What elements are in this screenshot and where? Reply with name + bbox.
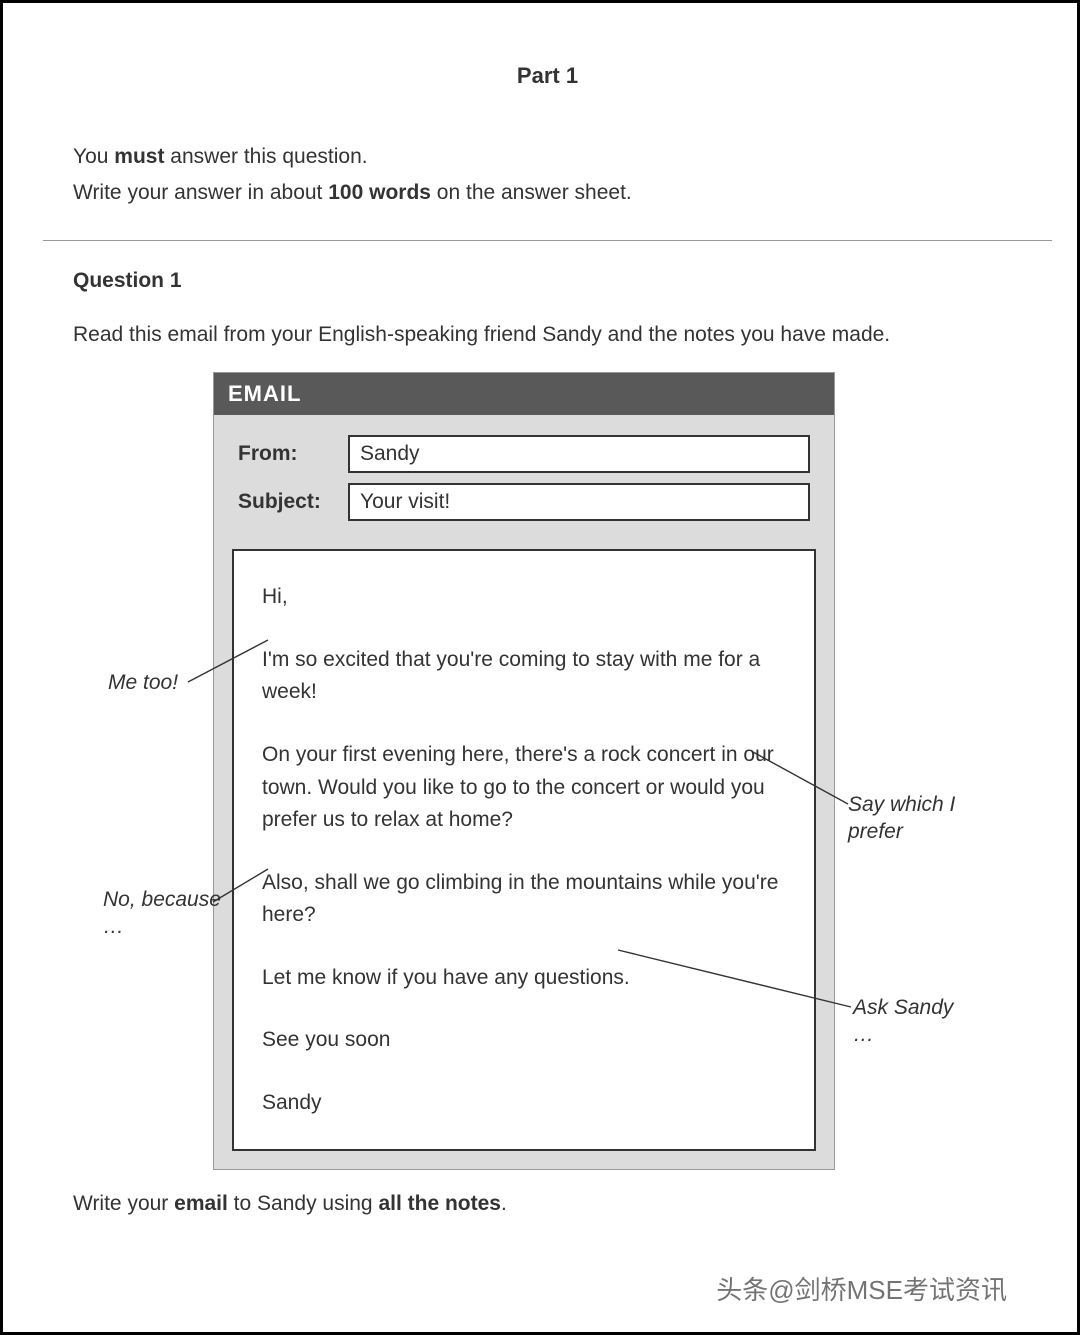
- final-instruction: Write your email to Sandy using all the …: [73, 1192, 1022, 1216]
- email-body: Hi, I'm so excited that you're coming to…: [232, 549, 816, 1151]
- instr-text: Write your answer in about: [73, 181, 328, 204]
- body-p2: On your first evening here, there's a ro…: [262, 739, 792, 837]
- from-row: From: Sandy: [238, 435, 810, 473]
- subject-value: Your visit!: [348, 483, 810, 521]
- divider: [43, 240, 1052, 241]
- question-heading: Question 1: [73, 269, 1022, 293]
- email-stage: EMAIL From: Sandy Subject: Your visit! H…: [73, 372, 1022, 1172]
- body-p3: Also, shall we go climbing in the mounta…: [262, 867, 792, 932]
- final-bold: all the notes: [378, 1192, 501, 1215]
- question-instruction: Read this email from your English-speaki…: [73, 323, 1022, 347]
- note-ask-sandy: Ask Sandy …: [853, 995, 973, 1048]
- subject-label: Subject:: [238, 490, 348, 514]
- from-label: From:: [238, 442, 348, 466]
- part-title: Part 1: [73, 63, 1022, 89]
- instr-text: answer this question.: [164, 145, 367, 168]
- email-meta: From: Sandy Subject: Your visit!: [214, 415, 834, 549]
- instr-bold: 100 words: [328, 181, 431, 204]
- note-me-too: Me too!: [108, 670, 178, 696]
- instr-text: on the answer sheet.: [431, 181, 632, 204]
- email-box: EMAIL From: Sandy Subject: Your visit! H…: [213, 372, 835, 1170]
- note-no-because: No, because …: [103, 887, 223, 940]
- body-p4: Let me know if you have any questions.: [262, 962, 792, 995]
- instructions: You must answer this question. Write you…: [73, 139, 1022, 210]
- watermark: 头条@剑桥MSE考试资讯: [716, 1270, 1007, 1307]
- final-text: to Sandy using: [228, 1192, 379, 1215]
- body-signoff1: See you soon: [262, 1024, 792, 1057]
- instr-bold: must: [114, 145, 164, 168]
- subject-row: Subject: Your visit!: [238, 483, 810, 521]
- note-say-which: Say which I prefer: [848, 792, 988, 845]
- final-text: .: [501, 1192, 507, 1215]
- from-value: Sandy: [348, 435, 810, 473]
- final-bold: email: [174, 1192, 228, 1215]
- final-text: Write your: [73, 1192, 174, 1215]
- body-greeting: Hi,: [262, 581, 792, 614]
- instr-text: You: [73, 145, 114, 168]
- body-signoff2: Sandy: [262, 1087, 792, 1120]
- email-header: EMAIL: [214, 373, 834, 415]
- body-p1: I'm so excited that you're coming to sta…: [262, 644, 792, 709]
